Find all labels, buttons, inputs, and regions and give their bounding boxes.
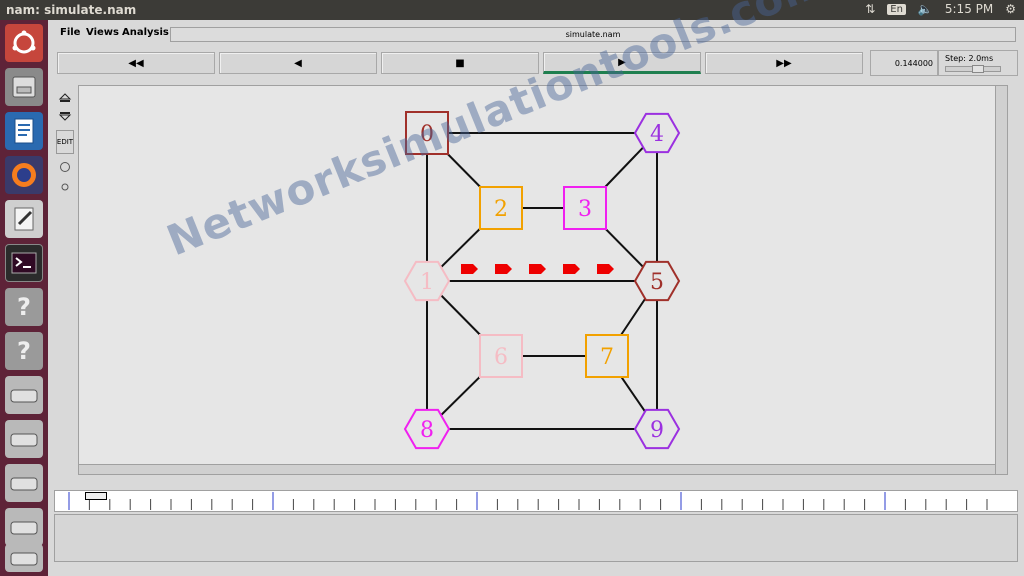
input-method-indicator[interactable]: En xyxy=(887,3,906,15)
node-9[interactable]: 9 xyxy=(633,408,681,450)
node-5[interactable]: 5 xyxy=(633,260,681,302)
menu-file[interactable]: File xyxy=(60,27,80,38)
launcher-sidebar: ? ? xyxy=(0,20,48,576)
text-editor-icon[interactable] xyxy=(5,200,43,238)
packet-3 xyxy=(529,264,546,274)
libreoffice-writer-icon[interactable] xyxy=(5,112,43,150)
edit-toolbar: EDIT xyxy=(56,88,74,218)
network-canvas-frame: 0 1 2 3 4 5 6 7 8 9 xyxy=(78,85,1008,475)
packet-1 xyxy=(461,264,478,274)
zoom-out-icon[interactable] xyxy=(56,108,74,126)
terminal-icon[interactable] xyxy=(5,244,43,282)
step-label: Step: 2.0ms xyxy=(945,54,994,63)
edit-button[interactable]: EDIT xyxy=(56,130,74,154)
vertical-scrollbar[interactable] xyxy=(995,86,1007,474)
unknown-app-icon[interactable]: ? xyxy=(5,288,43,326)
circle-tool-icon[interactable] xyxy=(56,158,74,176)
volume-icon[interactable]: 🔈 xyxy=(918,2,933,16)
power-gear-icon[interactable]: ⚙ xyxy=(1005,2,1016,16)
time-slider-thumb[interactable] xyxy=(85,492,107,500)
menu-analysis[interactable]: Analysis xyxy=(122,27,169,38)
node-9-label: 9 xyxy=(650,418,664,443)
small-circle-tool-icon[interactable] xyxy=(56,178,74,196)
horizontal-scrollbar[interactable] xyxy=(79,464,995,474)
play-button[interactable]: ▶ xyxy=(543,52,701,74)
node-3-label: 3 xyxy=(578,197,592,222)
file-name-display: simulate.nam xyxy=(170,27,1016,42)
node-6-label: 6 xyxy=(494,345,508,370)
node-4-label: 4 xyxy=(650,122,664,147)
disk-drive-icon-2[interactable] xyxy=(5,420,43,458)
menu-bar: File Views Analysis simulate.nam xyxy=(48,24,1024,42)
node-8-label: 8 xyxy=(420,418,434,443)
packet-2 xyxy=(495,264,512,274)
node-6[interactable]: 6 xyxy=(479,334,523,378)
nam-window: File Views Analysis simulate.nam ◀◀ ◀ ■ … xyxy=(48,20,1024,576)
node-5-label: 5 xyxy=(650,270,664,295)
network-topology-canvas[interactable]: 0 1 2 3 4 5 6 7 8 9 xyxy=(83,90,993,460)
node-1-label: 1 xyxy=(420,270,434,295)
node-1[interactable]: 1 xyxy=(403,260,451,302)
simulation-time: 0.144000 xyxy=(870,50,938,76)
packet-5 xyxy=(597,264,614,274)
system-top-bar: nam: simulate.nam ⇅ En 🔈 5:15 PM ⚙ xyxy=(0,0,1024,20)
step-control: Step: 2.0ms xyxy=(938,50,1018,76)
disk-drive-icon-3[interactable] xyxy=(5,464,43,502)
packet-4 xyxy=(563,264,580,274)
window-title: nam: simulate.nam xyxy=(6,3,137,17)
rewind-button[interactable]: ◀ xyxy=(219,52,377,74)
menu-views[interactable]: Views xyxy=(86,27,119,38)
files-icon[interactable] xyxy=(5,68,43,106)
node-0[interactable]: 0 xyxy=(405,111,449,155)
stop-button[interactable]: ■ xyxy=(381,52,539,74)
time-slider-track[interactable] xyxy=(54,490,1018,512)
trash-icon[interactable] xyxy=(5,544,43,572)
step-slider[interactable] xyxy=(945,65,1001,73)
clock[interactable]: 5:15 PM xyxy=(945,2,993,16)
node-8[interactable]: 8 xyxy=(403,408,451,450)
step-slider-thumb[interactable] xyxy=(972,65,984,73)
fast-forward-button[interactable]: ▶▶ xyxy=(705,52,863,74)
node-0-label: 0 xyxy=(420,122,434,147)
node-2-label: 2 xyxy=(494,197,508,222)
timeline-ticks xyxy=(68,492,988,510)
firefox-icon[interactable] xyxy=(5,156,43,194)
node-4[interactable]: 4 xyxy=(633,112,681,154)
fast-rewind-button[interactable]: ◀◀ xyxy=(57,52,215,74)
disk-drive-icon[interactable] xyxy=(5,376,43,414)
node-2[interactable]: 2 xyxy=(479,186,523,230)
annotation-panel xyxy=(54,514,1018,562)
node-7[interactable]: 7 xyxy=(585,334,629,378)
unknown-app-icon-2[interactable]: ? xyxy=(5,332,43,370)
ubuntu-dash-icon[interactable] xyxy=(5,24,43,62)
system-tray: ⇅ En 🔈 5:15 PM ⚙ xyxy=(865,2,1016,16)
zoom-in-icon[interactable] xyxy=(56,88,74,106)
node-7-label: 7 xyxy=(600,345,614,370)
network-icon[interactable]: ⇅ xyxy=(865,2,875,16)
node-3[interactable]: 3 xyxy=(563,186,607,230)
disk-drive-icon-4[interactable] xyxy=(5,508,43,546)
